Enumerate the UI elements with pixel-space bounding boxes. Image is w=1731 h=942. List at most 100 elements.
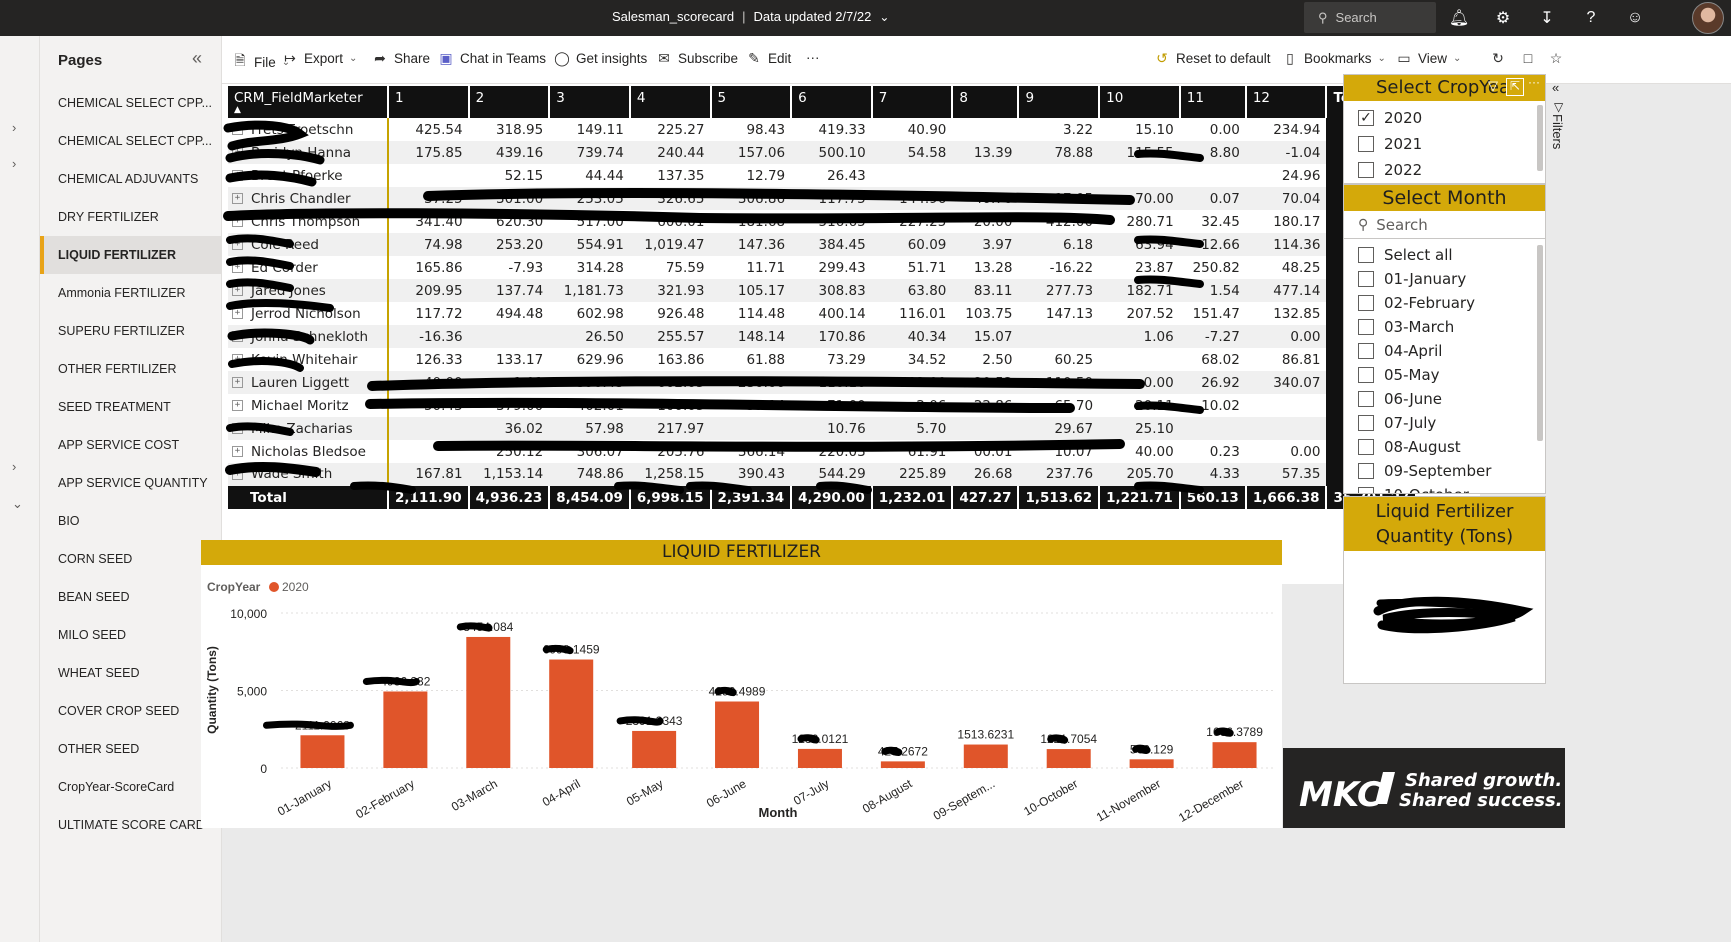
edit-button[interactable]: ✎ Edit bbox=[746, 50, 791, 67]
cropyear-option[interactable]: 2022 bbox=[1344, 157, 1545, 183]
checkbox-icon[interactable] bbox=[1358, 319, 1374, 335]
month-option[interactable]: 02-February bbox=[1344, 291, 1545, 315]
sort-ascending-icon[interactable]: ▲ bbox=[234, 106, 381, 115]
user-avatar[interactable] bbox=[1692, 2, 1724, 34]
more-options-icon[interactable]: ··· bbox=[1528, 75, 1540, 89]
column-header-4[interactable]: 4 bbox=[629, 86, 712, 118]
column-header-6[interactable]: 6 bbox=[791, 86, 873, 118]
checkbox-icon[interactable] bbox=[1358, 415, 1374, 431]
page-tab-item[interactable]: WHEAT SEED bbox=[40, 654, 221, 692]
month-option[interactable]: 06-June bbox=[1344, 387, 1545, 411]
page-tab-item[interactable]: OTHER FERTILIZER bbox=[40, 350, 221, 388]
expand-plus-icon[interactable]: + bbox=[232, 216, 243, 227]
column-header-10[interactable]: 10 bbox=[1099, 86, 1181, 118]
month-option[interactable]: 10-October bbox=[1344, 483, 1545, 493]
chevron-down-icon[interactable]: ⌄ bbox=[879, 10, 889, 24]
bell-icon[interactable]: 🔔︎ bbox=[1447, 6, 1471, 30]
row-header-cell[interactable]: CRM_FieldMarketer ▲ bbox=[228, 86, 389, 118]
page-tab-item[interactable]: OTHER SEED bbox=[40, 730, 221, 768]
page-tab-item[interactable]: CHEMICAL ADJUVANTS bbox=[40, 160, 221, 198]
column-header-12[interactable]: 12 bbox=[1245, 86, 1328, 118]
bookmarks-menu[interactable]: ▯ Bookmarks ⌄ bbox=[1282, 50, 1386, 67]
cropyear-option[interactable]: ✓ 2020 bbox=[1344, 105, 1545, 131]
expand-plus-icon[interactable]: + bbox=[232, 262, 243, 273]
page-tab-item[interactable]: BEAN SEED bbox=[40, 578, 221, 616]
column-header-2[interactable]: 2 bbox=[468, 86, 551, 118]
subscribe-button[interactable]: ✉ Subscribe bbox=[656, 50, 738, 67]
page-tab-item[interactable]: CHEMICAL SELECT CPP... bbox=[40, 84, 221, 122]
checkbox-icon[interactable] bbox=[1358, 439, 1374, 455]
expand-plus-icon[interactable]: + bbox=[232, 239, 243, 250]
more-options-button[interactable]: ··· bbox=[806, 50, 820, 65]
expand-plus-icon[interactable]: + bbox=[232, 170, 243, 181]
page-tab-item[interactable]: APP SERVICE COST bbox=[40, 426, 221, 464]
global-search-input[interactable]: ⚲ Search bbox=[1304, 2, 1436, 33]
month-option[interactable]: 09-September bbox=[1344, 459, 1545, 483]
filters-pane-collapsed[interactable]: « ▽ Filters bbox=[1548, 70, 1568, 230]
page-tab-item[interactable]: SUPERU FERTILIZER bbox=[40, 312, 221, 350]
share-button[interactable]: ➦ Share bbox=[372, 50, 430, 67]
expand-plus-icon[interactable]: + bbox=[232, 423, 243, 434]
cropyear-scrollbar[interactable] bbox=[1537, 105, 1543, 171]
data-updated-label[interactable]: Data updated 2/7/22 bbox=[754, 9, 872, 24]
page-tab-item[interactable]: SEED TREATMENT bbox=[40, 388, 221, 426]
page-tab-item[interactable]: COVER CROP SEED bbox=[40, 692, 221, 730]
expand-plus-icon[interactable]: + bbox=[232, 468, 243, 480]
column-header-7[interactable]: 7 bbox=[871, 86, 954, 118]
expand-plus-icon[interactable]: + bbox=[232, 400, 243, 411]
chevron-right-icon[interactable]: › bbox=[12, 156, 16, 171]
checkbox-icon[interactable] bbox=[1358, 463, 1374, 479]
page-tab-item[interactable]: ULTIMATE SCORE CARD bbox=[40, 806, 221, 844]
page-tab-item[interactable]: BIO bbox=[40, 502, 221, 540]
page-tab-item[interactable]: DRY FERTILIZER bbox=[40, 198, 221, 236]
checkbox-checked-icon[interactable]: ✓ bbox=[1358, 110, 1374, 126]
focus-mode-icon[interactable]: ⇱ bbox=[1506, 78, 1524, 96]
page-tab-item[interactable]: MILO SEED bbox=[40, 616, 221, 654]
cropyear-option[interactable]: 2021 bbox=[1344, 131, 1545, 157]
expand-plus-icon[interactable]: + bbox=[232, 147, 243, 158]
checkbox-icon[interactable] bbox=[1358, 391, 1374, 407]
checkbox-icon[interactable] bbox=[1358, 295, 1374, 311]
refresh-icon[interactable]: ↻ bbox=[1490, 50, 1506, 67]
help-icon[interactable]: ? bbox=[1579, 6, 1603, 30]
expand-plus-icon[interactable]: + bbox=[232, 331, 243, 342]
month-option[interactable]: 01-January bbox=[1344, 267, 1545, 291]
gear-icon[interactable]: ⚙ bbox=[1491, 6, 1515, 30]
expand-plus-icon[interactable]: + bbox=[232, 308, 243, 319]
chevron-down-icon[interactable]: ⌄ bbox=[12, 496, 23, 512]
page-tab-item[interactable]: CORN SEED bbox=[40, 540, 221, 578]
filter-icon[interactable]: ▽ bbox=[1484, 78, 1502, 96]
get-insights-button[interactable]: ◯ Get insights bbox=[554, 50, 647, 67]
expand-plus-icon[interactable]: + bbox=[232, 377, 243, 388]
checkbox-icon[interactable] bbox=[1358, 136, 1374, 152]
expand-plus-icon[interactable]: + bbox=[232, 446, 243, 457]
expand-plus-icon[interactable]: + bbox=[232, 354, 243, 365]
month-search-input[interactable]: ⚲ Search bbox=[1344, 211, 1545, 239]
feedback-smiley-icon[interactable]: ☺ bbox=[1623, 6, 1647, 30]
page-tab-item[interactable]: APP SERVICE QUANTITY bbox=[40, 464, 221, 502]
page-tab-item[interactable]: CHEMICAL SELECT CPP... bbox=[40, 122, 221, 160]
month-scrollbar[interactable] bbox=[1537, 245, 1543, 441]
month-option[interactable]: 03-March bbox=[1344, 315, 1545, 339]
collapse-pane-icon[interactable]: « bbox=[192, 48, 202, 69]
column-header-1[interactable]: 1 bbox=[388, 86, 470, 118]
comment-icon[interactable]: □ bbox=[1520, 50, 1536, 66]
reset-to-default-button[interactable]: ↺ Reset to default bbox=[1154, 50, 1270, 67]
month-option[interactable]: Select all bbox=[1344, 243, 1545, 267]
expand-plus-icon[interactable]: + bbox=[232, 124, 243, 135]
column-header-5[interactable]: 5 bbox=[710, 86, 793, 118]
column-header-9[interactable]: 9 bbox=[1018, 86, 1101, 118]
month-option[interactable]: 05-May bbox=[1344, 363, 1545, 387]
month-option[interactable]: 08-August bbox=[1344, 435, 1545, 459]
chevron-right-icon[interactable]: › bbox=[12, 120, 16, 135]
download-icon[interactable]: ↧ bbox=[1535, 6, 1559, 30]
expand-plus-icon[interactable]: + bbox=[232, 193, 243, 204]
month-option[interactable]: 04-April bbox=[1344, 339, 1545, 363]
export-menu[interactable]: ↦ Export ⌄ bbox=[282, 50, 357, 67]
report-name[interactable]: Salesman_scorecard bbox=[612, 9, 734, 24]
month-option[interactable]: 07-July bbox=[1344, 411, 1545, 435]
page-tab-item[interactable]: CropYear-ScoreCard bbox=[40, 768, 221, 806]
star-icon[interactable]: ☆ bbox=[1548, 50, 1564, 67]
expand-plus-icon[interactable]: + bbox=[232, 285, 243, 296]
column-header-3[interactable]: 3 bbox=[549, 86, 631, 118]
